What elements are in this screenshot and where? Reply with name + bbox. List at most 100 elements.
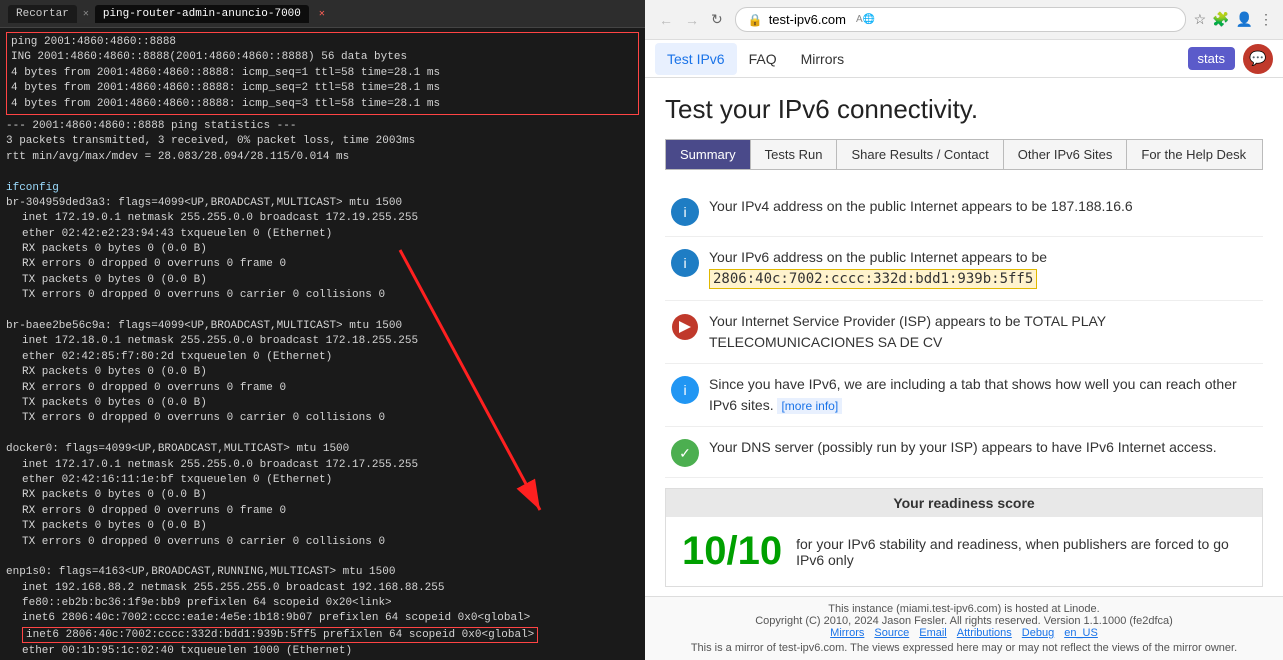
iface-br2-ether: ether 02:42:85:f7:80:2d txqueuelen 0 (Et… <box>6 350 639 365</box>
site-footer: This instance (miami.test-ipv6.com) is h… <box>645 596 1283 660</box>
score-desc: for your IPv6 stability and readiness, w… <box>796 536 1246 568</box>
ping-line-2: ING 2001:4860:4860::8888(2001:4860:4860:… <box>11 50 634 65</box>
ipv6-text-before: Your IPv6 address on the public Internet… <box>709 249 1047 265</box>
footer-link-mirrors[interactable]: Mirrors <box>830 627 864 639</box>
red-arrow-icon <box>671 313 699 341</box>
hosted-note: This instance (miami.test-ipv6.com) is h… <box>661 603 1267 615</box>
tab-other-ipv6[interactable]: Other IPv6 Sites <box>1004 140 1128 169</box>
bookmark-icon[interactable]: ☆ <box>1194 11 1207 28</box>
iface-br2-rxerr: RX errors 0 dropped 0 overruns 0 frame 0 <box>6 381 639 396</box>
isp-info-text: Your Internet Service Provider (ISP) app… <box>709 311 1257 353</box>
info-icon-4: i <box>671 376 699 404</box>
highlighted-ipv6-line: inet6 2806:40c:7002:cccc:332d:bdd1:939b:… <box>22 627 538 643</box>
footer-link-debug[interactable]: Debug <box>1022 627 1054 639</box>
iface-enp-fe80: fe80::eb2b:bc36:1f9e:bb9 prefixlen 64 sc… <box>6 596 639 611</box>
iface-br1-ether: ether 02:42:e2:23:94:43 txqueuelen 0 (Et… <box>6 227 639 242</box>
ping-stats: --- 2001:4860:4860::8888 ping statistics… <box>6 119 639 134</box>
iface-br2-txpkt: TX packets 0 bytes 0 (0.0 B) <box>6 396 639 411</box>
test-data-section: Click to see Test Data <box>665 587 1263 596</box>
iface-docker-rxerr: RX errors 0 dropped 0 overruns 0 frame 0 <box>6 504 639 519</box>
dns-info-row: ✓ Your DNS server (possibly run by your … <box>665 427 1263 478</box>
right-panel: ← → ↻ 🔒 test-ipv6.com A🌐 ☆ 🧩 👤 ⋮ Test IP… <box>645 0 1283 660</box>
iface-docker0: docker0: flags=4099<UP,BROADCAST,MULTICA… <box>6 442 639 457</box>
terminal-content: ping 2001:4860:4860::8888 ING 2001:4860:… <box>0 28 645 660</box>
ping-line-1: ping 2001:4860:4860::8888 <box>11 35 634 50</box>
iface-br1-inet: inet 172.19.0.1 netmask 255.255.0.0 broa… <box>6 211 639 226</box>
iface-docker-txerr: TX errors 0 dropped 0 overruns 0 carrier… <box>6 535 639 550</box>
readiness-section: Your readiness score 10/10 for your IPv6… <box>665 488 1263 587</box>
nav-faq[interactable]: FAQ <box>737 43 789 75</box>
isp-info-row: Your Internet Service Provider (ISP) app… <box>665 301 1263 364</box>
back-button[interactable]: ← <box>655 9 677 30</box>
tab-help-desk[interactable]: For the Help Desk <box>1127 140 1260 169</box>
stats-button[interactable]: stats <box>1188 47 1235 70</box>
ipv6-info-row: i Your IPv6 address on the public Intern… <box>665 237 1263 301</box>
iface-br2-inet: inet 172.18.0.1 netmask 255.255.0.0 broa… <box>6 334 639 349</box>
iface-br1-rxerr: RX errors 0 dropped 0 overruns 0 frame 0 <box>6 257 639 272</box>
terminal-tab-bar: Recortar ✕ ping-router-admin-anuncio-700… <box>0 0 645 28</box>
close-tab-icon[interactable]: ✕ <box>319 8 325 20</box>
ipv6-info-text: Your IPv6 address on the public Internet… <box>709 247 1257 290</box>
browser-toolbar-icons: ☆ 🧩 👤 ⋮ <box>1194 11 1273 28</box>
info-icon-1: i <box>671 198 699 226</box>
iface-br1-txerr: TX errors 0 dropped 0 overruns 0 carrier… <box>6 288 639 303</box>
tabs-bar: Summary Tests Run Share Results / Contac… <box>665 139 1263 170</box>
menu-icon[interactable]: ⋮ <box>1259 11 1273 28</box>
iface-br2-rxpkt: RX packets 0 bytes 0 (0.0 B) <box>6 365 639 380</box>
footer-link-attributions[interactable]: Attributions <box>957 627 1012 639</box>
terminal-tab-ping[interactable]: ping-router-admin-anuncio-7000 <box>95 5 309 23</box>
browser-chrome: ← → ↻ 🔒 test-ipv6.com A🌐 ☆ 🧩 👤 ⋮ <box>645 0 1283 40</box>
dns-info-text: Your DNS server (possibly run by your IS… <box>709 437 1217 458</box>
nav-test-ipv6[interactable]: Test IPv6 <box>655 43 737 75</box>
iface-br1-txpkt: TX packets 0 bytes 0 (0.0 B) <box>6 273 639 288</box>
extensions-icon[interactable]: 🧩 <box>1212 11 1229 28</box>
iface-enp-inet6-1: inet6 2806:40c:7002:cccc:ea1e:4e5e:1b18:… <box>6 611 639 626</box>
footer-link-email[interactable]: Email <box>919 627 947 639</box>
check-icon-5: ✓ <box>671 439 699 467</box>
iface-br1: br-304959ded3a3: flags=4099<UP,BROADCAST… <box>6 196 639 211</box>
copyright-text: Copyright (C) 2010, 2024 Jason Fesler. A… <box>661 615 1267 627</box>
address-bar[interactable]: 🔒 test-ipv6.com A🌐 <box>735 7 1186 32</box>
terminal-panel: Recortar ✕ ping-router-admin-anuncio-700… <box>0 0 645 660</box>
score-number: 10/10 <box>682 529 782 574</box>
tab-tests-run[interactable]: Tests Run <box>751 140 838 169</box>
ipv4-info-row: i Your IPv4 address on the public Intern… <box>665 186 1263 237</box>
nav-buttons: ← → ↻ <box>655 9 727 30</box>
ipv6-address-highlighted: 2806:40c:7002:cccc:332d:bdd1:939b:5ff5 <box>709 269 1037 289</box>
forward-button[interactable]: → <box>681 9 703 30</box>
iface-br2-txerr: TX errors 0 dropped 0 overruns 0 carrier… <box>6 411 639 426</box>
footer-links: Mirrors Source Email Attributions Debug … <box>661 627 1267 639</box>
iface-docker-txpkt: TX packets 0 bytes 0 (0.0 B) <box>6 519 639 534</box>
tab-summary[interactable]: Summary <box>666 140 751 169</box>
site-nav: Test IPv6 FAQ Mirrors stats 💬 <box>645 40 1283 78</box>
footer-link-source[interactable]: Source <box>874 627 909 639</box>
more-info-text: Since you have IPv6, we are including a … <box>709 374 1257 416</box>
lock-icon: 🔒 <box>748 13 763 27</box>
translate-icon[interactable]: A🌐 <box>856 14 875 25</box>
url-text: test-ipv6.com <box>769 12 846 27</box>
iface-docker-ether: ether 02:42:16:11:1e:bf txqueuelen 0 (Et… <box>6 473 639 488</box>
nav-mirrors[interactable]: Mirrors <box>789 43 857 75</box>
more-info-link[interactable]: [more info] <box>777 398 842 414</box>
iface-enp-inet: inet 192.168.88.2 netmask 255.255.255.0 … <box>6 581 639 596</box>
readiness-header: Your readiness score <box>666 489 1262 517</box>
ping-line-5: 4 bytes from 2001:4860:4860::8888: icmp_… <box>11 97 634 112</box>
terminal-tab-recortar[interactable]: Recortar <box>8 5 77 23</box>
iface-docker-inet: inet 172.17.0.1 netmask 255.255.0.0 broa… <box>6 458 639 473</box>
ping-line-4: 4 bytes from 2001:4860:4860::8888: icmp_… <box>11 81 634 96</box>
mirror-note: This is a mirror of test-ipv6.com. The v… <box>661 642 1267 654</box>
iface-enp-ether: ether 00:1b:95:1c:02:40 txqueuelen 1000 … <box>6 644 639 659</box>
site-content: Test your IPv6 connectivity. Summary Tes… <box>645 78 1283 596</box>
more-info-row: i Since you have IPv6, we are including … <box>665 364 1263 427</box>
profile-icon[interactable]: 👤 <box>1236 11 1253 28</box>
readiness-body: 10/10 for your IPv6 stability and readin… <box>666 517 1262 586</box>
tab-share-results[interactable]: Share Results / Contact <box>837 140 1003 169</box>
ipv4-info-text: Your IPv4 address on the public Internet… <box>709 196 1133 217</box>
reload-button[interactable]: ↻ <box>707 9 727 30</box>
footer-link-locale[interactable]: en_US <box>1064 627 1098 639</box>
info-icon-2: i <box>671 249 699 277</box>
iface-enp1s0: enp1s0: flags=4163<UP,BROADCAST,RUNNING,… <box>6 565 639 580</box>
ping-line-3: 4 bytes from 2001:4860:4860::8888: icmp_… <box>11 66 634 81</box>
chat-bubble-icon[interactable]: 💬 <box>1243 44 1273 74</box>
iface-enp-inet6-highlighted: inet6 2806:40c:7002:cccc:332d:bdd1:939b:… <box>6 628 639 643</box>
